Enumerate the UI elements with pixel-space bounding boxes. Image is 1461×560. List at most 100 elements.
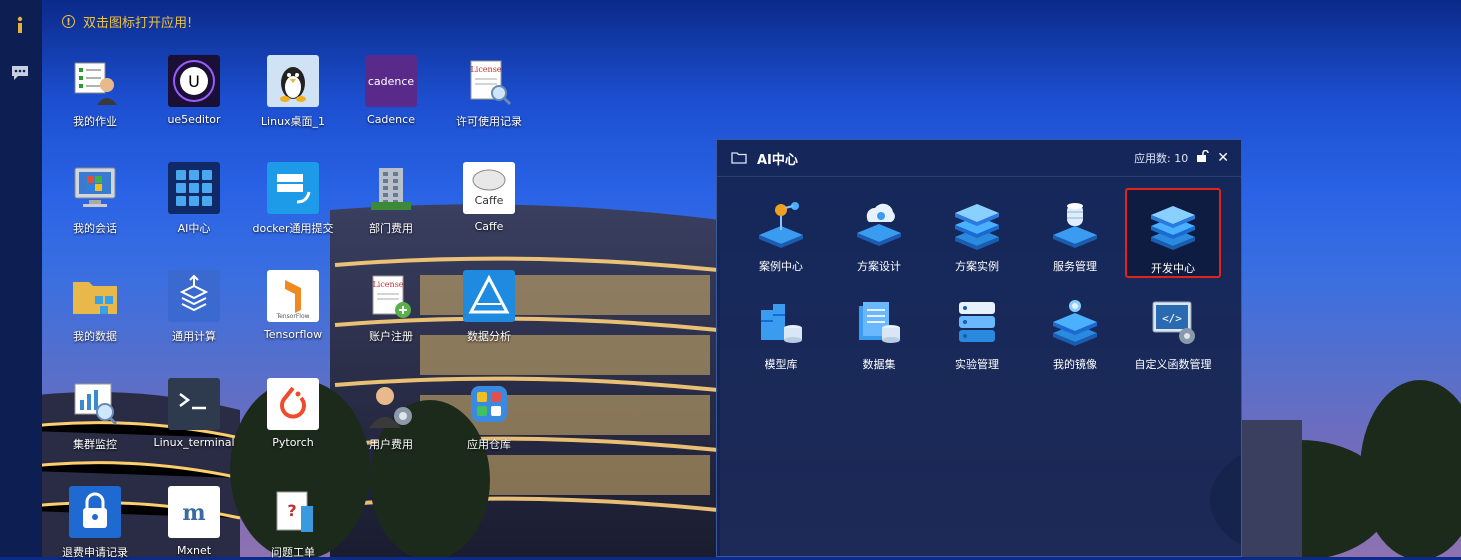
desktop-icon-linux-penguin[interactable]: Linux桌面_1: [243, 55, 343, 129]
desktop-icon-label: 部门费用: [369, 222, 413, 235]
app-tile-label: 方案实例: [955, 260, 999, 273]
terminal-icon: [168, 378, 220, 430]
building-icon: [365, 162, 417, 214]
desktop-icon-mxnet[interactable]: m Mxnet: [144, 486, 244, 557]
app-tile-model-library[interactable]: 模型库: [733, 286, 829, 376]
desktop-icon-label: 我的数据: [73, 330, 117, 343]
app-tile-label: 我的镜像: [1053, 358, 1097, 371]
desktop-icon-pytorch[interactable]: Pytorch: [243, 378, 343, 449]
desktop-icon-label: 数据分析: [467, 330, 511, 343]
app-tile-custom-function[interactable]: </> 自定义函数管理: [1125, 286, 1221, 376]
user-cost-icon: [365, 378, 417, 430]
svg-text:m: m: [182, 500, 205, 526]
desktop-icon-folder-data[interactable]: 我的数据: [45, 270, 145, 344]
desktop-icon-ticket[interactable]: ? 问题工单: [243, 486, 343, 560]
caffe-icon: Caffe: [463, 162, 515, 214]
desktop-icon-label: 用户费用: [369, 438, 413, 451]
docker-icon: [267, 162, 319, 214]
desktop-icon-cluster-monitor[interactable]: 集群监控: [45, 378, 145, 452]
desktop-icon-tensorflow[interactable]: TensorFlow Tensorflow: [243, 270, 343, 341]
app-tile-label: 开发中心: [1151, 262, 1195, 275]
desktop-icon-label: 我的作业: [73, 115, 117, 128]
my-image-icon: [1047, 294, 1103, 350]
unlock-icon[interactable]: [1196, 149, 1210, 166]
desktop-icon-label: 我的会话: [73, 222, 117, 235]
desktop-icon-terminal[interactable]: Linux_terminal: [144, 378, 244, 449]
license-icon: License: [463, 55, 515, 107]
desktop-icon-label: 通用计算: [172, 330, 216, 343]
compute-icon: [168, 270, 220, 322]
warning-icon: !: [62, 15, 75, 28]
svg-text:U: U: [188, 72, 200, 91]
close-icon[interactable]: ✕: [1217, 150, 1229, 166]
user-jobs-icon: [69, 55, 121, 107]
desktop-icon-building[interactable]: 部门费用: [341, 162, 441, 236]
left-rail: [0, 0, 42, 557]
ai-center-icon: [168, 162, 220, 214]
info-icon[interactable]: [9, 14, 31, 36]
pytorch-icon: [267, 378, 319, 430]
desktop-icon-label: 退费申请记录: [62, 546, 128, 559]
desktop-icon-ai-center[interactable]: AI中心: [144, 162, 244, 236]
custom-function-icon: </>: [1145, 294, 1201, 350]
app-tile-label: 数据集: [862, 358, 896, 371]
svg-text:TensorFlow: TensorFlow: [275, 313, 309, 320]
svg-text:cadence: cadence: [368, 75, 415, 88]
desktop-icon-refund[interactable]: 退费申请记录: [45, 486, 145, 560]
svg-text:?: ?: [287, 501, 296, 520]
app-tile-service-management[interactable]: 服务管理: [1027, 188, 1123, 278]
desktop-icon-label: 集群监控: [73, 438, 117, 451]
svg-text:</>: </>: [1162, 312, 1182, 325]
desktop-icon-cadence[interactable]: cadence Cadence: [341, 55, 441, 126]
refund-icon: [69, 486, 121, 538]
monitor-icon: [69, 162, 121, 214]
desktop-icon-user-jobs[interactable]: 我的作业: [45, 55, 145, 129]
desktop-icon-app-store[interactable]: 应用仓库: [439, 378, 539, 452]
desktop-icon-label: 账户注册: [369, 330, 413, 343]
desktop-icon-unreal[interactable]: Uue5editor: [144, 55, 244, 126]
model-library-icon: [753, 294, 809, 350]
unreal-icon: U: [168, 55, 220, 107]
window-title: AI中心: [757, 152, 798, 168]
linux-penguin-icon: [267, 55, 319, 107]
desktop-icon-label: Cadence: [367, 113, 415, 126]
service-management-icon: [1047, 196, 1103, 252]
desktop-icon-license[interactable]: License 许可使用记录: [439, 55, 539, 129]
cluster-monitor-icon: [69, 378, 121, 430]
app-tile-label: 模型库: [764, 358, 798, 371]
app-store-icon: [463, 378, 515, 430]
cadence-icon: cadence: [365, 55, 417, 107]
desktop-icon-compute[interactable]: 通用计算: [144, 270, 244, 344]
app-tile-experiment-management[interactable]: 实验管理: [929, 286, 1025, 376]
folder-icon: [731, 149, 747, 168]
app-tile-dataset[interactable]: 数据集: [831, 286, 927, 376]
folder-data-icon: [69, 270, 121, 322]
app-tile-dev-center[interactable]: 开发中心: [1125, 188, 1221, 278]
experiment-management-icon: [949, 294, 1005, 350]
desktop-icon-monitor[interactable]: 我的会话: [45, 162, 145, 236]
svg-text:License: License: [470, 65, 501, 74]
window-titlebar[interactable]: AI中心 应用数: 10 ✕: [717, 140, 1241, 177]
desktop-icon-caffe[interactable]: Caffe Caffe: [439, 162, 539, 233]
chat-icon[interactable]: [9, 62, 31, 84]
app-tile-my-image[interactable]: 我的镜像: [1027, 286, 1123, 376]
desktop-icon-user-cost[interactable]: 用户费用: [341, 378, 441, 452]
desktop-icon-label: Tensorflow: [263, 328, 323, 341]
app-count: 应用数: 10: [1134, 152, 1189, 165]
desktop-icon-label: ue5editor: [167, 113, 221, 126]
solution-instance-icon: [949, 196, 1005, 252]
mxnet-icon: m: [168, 486, 220, 538]
app-tile-label: 实验管理: [955, 358, 999, 371]
app-tile-solution-instance[interactable]: 方案实例: [929, 188, 1025, 278]
desktop-icon-data-analysis[interactable]: 数据分析: [439, 270, 539, 344]
app-tile-label: 服务管理: [1053, 260, 1097, 273]
desktop-icon-label: 许可使用记录: [456, 115, 522, 128]
app-tile-label: 案例中心: [759, 260, 803, 273]
app-tile-case-center[interactable]: 案例中心: [733, 188, 829, 278]
desktop-icon-label: 问题工单: [271, 546, 315, 559]
desktop-icon-label: Mxnet: [176, 544, 212, 557]
desktop-icon-docker[interactable]: docker通用提交: [243, 162, 343, 236]
desktop-icon-license-register[interactable]: License 账户注册: [341, 270, 441, 344]
hint-notice: ! 双击图标打开应用!: [62, 12, 192, 31]
app-tile-solution-design[interactable]: 方案设计: [831, 188, 927, 278]
